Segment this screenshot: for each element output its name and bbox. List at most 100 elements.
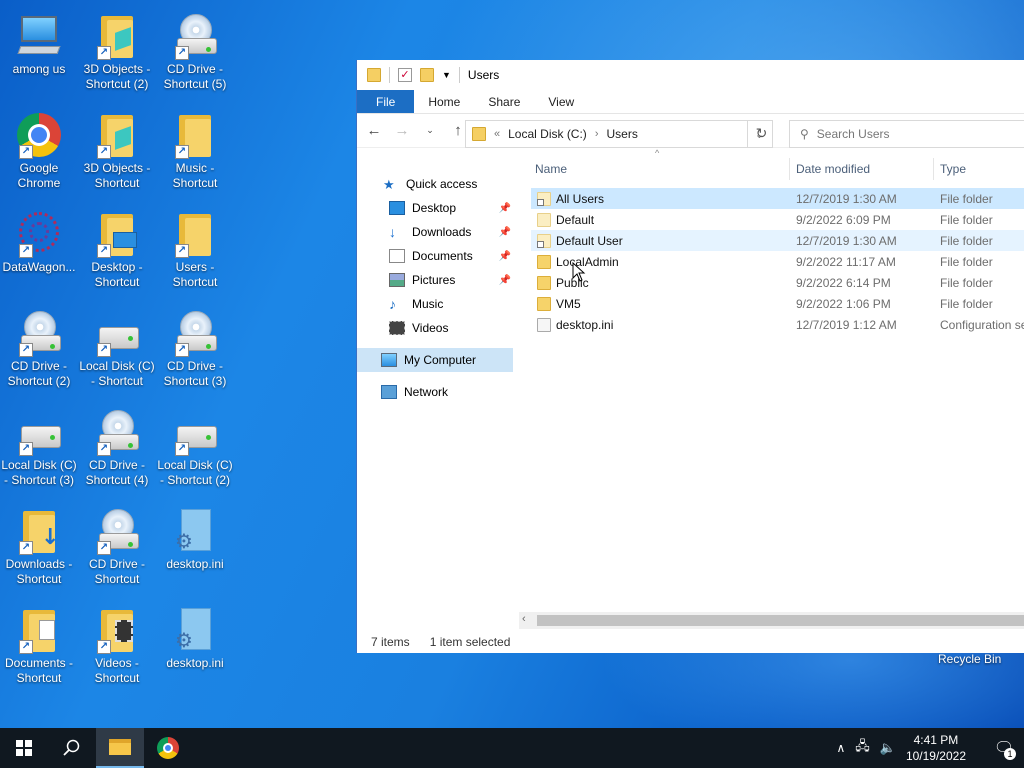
new-folder-icon[interactable] [420, 68, 434, 82]
nav-my-computer[interactable]: My Computer [357, 348, 513, 372]
desktop-icon-documents[interactable]: ↗ Documents - Shortcut [0, 600, 78, 696]
folder-3d-icon: ↗ [93, 111, 141, 159]
pin-icon[interactable]: 📌 [499, 227, 511, 238]
tab-file[interactable]: File [357, 90, 415, 113]
nav-network[interactable]: Network [357, 380, 513, 404]
notification-count: 1 [1004, 748, 1016, 760]
desktop-icon-cd-drive[interactable]: ↗ CD Drive - Shortcut [78, 501, 156, 597]
file-list: ^ Name Date modified Type All Users 12/7… [519, 148, 1024, 612]
desktop-icon-label: desktop.ini [166, 557, 224, 571]
customize-quick-access-icon[interactable]: ▼ [442, 70, 451, 80]
pin-icon[interactable]: 📌 [499, 203, 511, 214]
desktop-icon-datawagon[interactable]: ↗ DataWagon... [0, 204, 78, 300]
folder-icon [472, 127, 486, 141]
show-hidden-icons-icon[interactable]: ∧ [836, 741, 845, 755]
column-header-type[interactable]: Type [940, 154, 966, 184]
file-row[interactable]: desktop.ini 12/7/2019 1:12 AM Configurat… [531, 314, 1024, 335]
cd-drive-icon: ↗ [93, 408, 141, 456]
nav-desktop[interactable]: Desktop 📌 [357, 196, 513, 220]
settings-file-icon: ⚙ [171, 507, 219, 555]
desktop-icon-cd-drive-3[interactable]: ↗ CD Drive - Shortcut (3) [156, 303, 234, 399]
taskbar-chrome[interactable] [144, 728, 192, 768]
desktop-icon-label: Local Disk (C) - Shortcut [79, 359, 155, 388]
nav-label: Documents [412, 249, 473, 263]
file-row[interactable]: LocalAdmin 9/2/2022 11:17 AM File folder [531, 251, 1024, 272]
selection-count: 1 item selected [429, 635, 511, 649]
recent-locations-icon[interactable]: ⌄ [419, 125, 441, 136]
scroll-left-icon[interactable]: ‹ [522, 613, 526, 625]
nav-videos[interactable]: Videos [357, 316, 513, 340]
file-row[interactable]: Default User 12/7/2019 1:30 AM File fold… [531, 230, 1024, 251]
scrollbar-thumb[interactable] [537, 615, 1024, 626]
desktop-icon-desktop-ini-2[interactable]: ⚙ desktop.ini [156, 600, 234, 696]
desktop-icon-desktop[interactable]: ↗ Desktop - Shortcut [78, 204, 156, 300]
nav-downloads[interactable]: ↓ Downloads 📌 [357, 220, 513, 244]
file-row[interactable]: VM5 9/2/2022 1:06 PM File folder [531, 293, 1024, 314]
folder-videos-icon: ↗ [93, 606, 141, 654]
start-button[interactable] [0, 728, 48, 768]
nav-quick-access[interactable]: ★ Quick access [357, 172, 513, 196]
desktop-icon-videos[interactable]: ↗ Videos - Shortcut [78, 600, 156, 696]
file-type: File folder [940, 212, 993, 227]
pin-icon[interactable]: 📌 [499, 275, 511, 286]
recycle-bin-label[interactable]: Recycle Bin [938, 652, 1001, 666]
column-header-name[interactable]: Name [535, 154, 567, 184]
tab-home[interactable]: Home [414, 90, 474, 113]
clock[interactable]: 4:41 PM 10/19/2022 [906, 732, 966, 764]
window-title: Users [467, 68, 500, 82]
desktop-icon-music[interactable]: ↗ Music - Shortcut [156, 105, 234, 201]
search-button[interactable] [48, 728, 96, 768]
back-arrow-icon[interactable]: ← [363, 122, 385, 139]
desktop-icon-among-us[interactable]: among us [0, 6, 78, 102]
file-row[interactable]: Default 9/2/2022 6:09 PM File folder [531, 209, 1024, 230]
nav-music[interactable]: ♪ Music [357, 292, 513, 316]
cd-drive-icon: ↗ [93, 507, 141, 555]
nav-label: Network [404, 385, 449, 399]
desktop-icon-label: desktop.ini [166, 656, 224, 670]
desktop-icon-google-chrome[interactable]: ↗ Google Chrome [0, 105, 78, 201]
local-disk-icon: ↗ [171, 408, 219, 456]
music-icon: ♪ [389, 296, 396, 312]
refresh-icon[interactable]: ↻ [747, 120, 775, 148]
desktop-icon-3d-objects[interactable]: ↗ 3D Objects - Shortcut [78, 105, 156, 201]
desktop-icon-label: Desktop - Shortcut [91, 260, 143, 289]
file-row[interactable]: All Users 12/7/2019 1:30 AM File folder [531, 188, 1024, 209]
network-status-icon[interactable]: 🖧 [855, 737, 870, 759]
tab-view[interactable]: View [534, 90, 588, 113]
volume-icon[interactable]: 🔈 [880, 740, 896, 756]
desktop-icon-local-disk[interactable]: ↗ Local Disk (C) - Shortcut [78, 303, 156, 399]
tab-share[interactable]: Share [474, 90, 534, 113]
pictures-icon [389, 273, 405, 287]
desktop-icon-3d-objects-2[interactable]: ↗ 3D Objects - Shortcut (2) [78, 6, 156, 102]
nav-label: Quick access [406, 177, 478, 191]
address-overflow[interactable]: « [494, 128, 500, 140]
file-row[interactable]: Public 9/2/2022 6:14 PM File folder [531, 272, 1024, 293]
desktop-icon-label: CD Drive - Shortcut (4) [85, 458, 149, 487]
address-bar[interactable]: « Local Disk (C:) › Users ⌄ [465, 120, 773, 148]
column-header-date[interactable]: Date modified [796, 154, 870, 184]
pin-icon[interactable]: 📌 [499, 251, 511, 262]
computer-icon [15, 12, 63, 60]
taskbar-file-explorer[interactable] [96, 728, 144, 768]
breadcrumb-users[interactable]: Users [606, 127, 637, 141]
nav-documents[interactable]: Documents 📌 [357, 244, 513, 268]
desktop-icon-cd-drive-2[interactable]: ↗ CD Drive - Shortcut (2) [0, 303, 78, 399]
desktop-icon-cd-drive-5[interactable]: ↗ CD Drive - Shortcut (5) [156, 6, 234, 102]
desktop-icon-cd-drive-4[interactable]: ↗ CD Drive - Shortcut (4) [78, 402, 156, 498]
breadcrumb-local-disk[interactable]: Local Disk (C:) [508, 127, 587, 141]
desktop-icon-desktop-ini[interactable]: ⚙ desktop.ini [156, 501, 234, 597]
forward-arrow-icon[interactable]: → [391, 122, 413, 139]
file-name: All Users [556, 191, 605, 206]
action-center-button[interactable]: 🗨 1 [984, 728, 1024, 768]
desktop-icon-downloads[interactable]: ↓ ↗ Downloads - Shortcut [0, 501, 78, 597]
horizontal-scrollbar[interactable]: ‹ [519, 612, 1024, 629]
properties-icon[interactable]: ✓ [398, 68, 412, 82]
desktop-icon-local-disk-3[interactable]: ↗ Local Disk (C) - Shortcut (3) [0, 402, 78, 498]
search-input[interactable]: ⚲ Search Users [789, 120, 1024, 148]
desktop-icon-local-disk-2[interactable]: ↗ Local Disk (C) - Shortcut (2) [156, 402, 234, 498]
breadcrumb-chevron-icon[interactable]: › [595, 128, 599, 140]
file-date: 9/2/2022 6:09 PM [796, 212, 891, 227]
nav-pictures[interactable]: Pictures 📌 [357, 268, 513, 292]
desktop-icon-label: Downloads - Shortcut [5, 557, 73, 586]
desktop-icon-users[interactable]: ↗ Users - Shortcut [156, 204, 234, 300]
